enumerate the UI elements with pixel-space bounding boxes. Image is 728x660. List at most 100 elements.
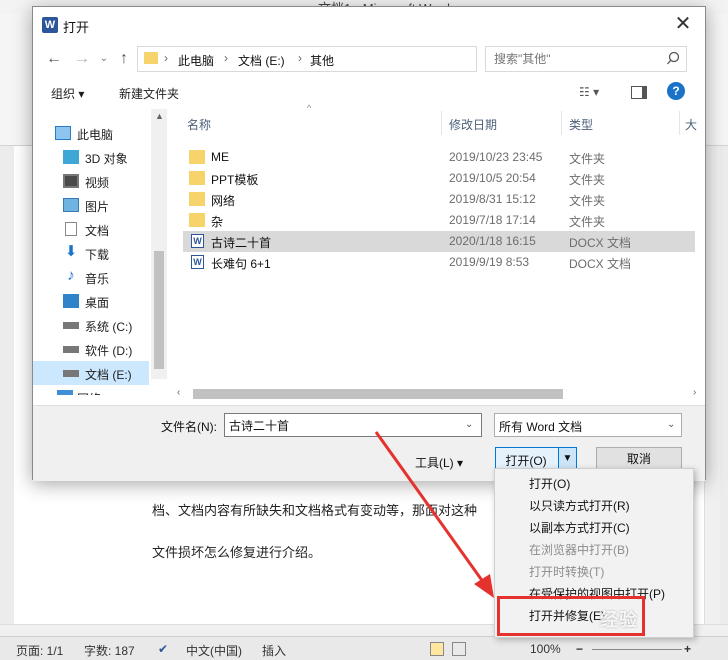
column-header-size[interactable]: 大: [685, 116, 697, 133]
breadcrumb-item[interactable]: 此电脑: [178, 52, 214, 69]
file-row[interactable]: W 古诗二十首 2020/1/18 16:15 DOCX 文档: [183, 231, 695, 252]
folder-icon: [189, 150, 205, 164]
address-bar[interactable]: › 此电脑 › 文档 (E:) › 其他 ⌄ ↻: [137, 46, 574, 72]
dialog-titlebar: W 打开 ✕: [33, 7, 705, 43]
file-list-horizontal-scrollbar[interactable]: ‹ ›: [173, 385, 705, 403]
nav-item-drive-d[interactable]: 软件 (D:): [33, 337, 149, 361]
document-vertical-scrollbar[interactable]: [704, 146, 720, 624]
nav-label: 下载: [85, 248, 110, 262]
file-row[interactable]: PPT模板 2019/10/5 20:54 文件夹: [183, 168, 695, 189]
scroll-right-icon[interactable]: ›: [693, 387, 696, 398]
open-options-dropdown-icon[interactable]: ▼: [558, 448, 576, 470]
tools-button[interactable]: 工具(L) ▾: [415, 454, 463, 471]
nav-item-drive-e[interactable]: 文档 (E:): [33, 361, 149, 385]
breadcrumb-separator: ›: [164, 51, 168, 65]
breadcrumb-item[interactable]: 文档 (E:): [238, 52, 285, 69]
nav-scroll-thumb[interactable]: [154, 251, 164, 369]
nav-item-network[interactable]: 网络: [33, 385, 149, 395]
nav-item-documents[interactable]: 文档: [33, 217, 149, 241]
preview-pane-icon[interactable]: [631, 86, 647, 99]
column-header-name[interactable]: 名称: [187, 116, 211, 133]
view-options-icon[interactable]: ☷ ▾: [579, 85, 599, 99]
nav-item-video[interactable]: 视频: [33, 169, 149, 193]
breadcrumb-item[interactable]: 其他: [310, 52, 334, 69]
navigation-pane: 此电脑 3D 对象 视频 图片 文档 ⬇ 下载 ♪ 音乐 桌面 系统 (C:) …: [33, 109, 167, 395]
status-word-count[interactable]: 字数: 187: [84, 642, 135, 659]
drive-icon: [63, 346, 79, 353]
help-icon[interactable]: ?: [667, 82, 685, 100]
column-separator[interactable]: [441, 111, 442, 135]
pictures-icon: [63, 198, 79, 212]
zoom-slider[interactable]: [592, 649, 682, 650]
network-icon: [57, 390, 73, 395]
nav-item-desktop[interactable]: 桌面: [33, 289, 149, 313]
file-row[interactable]: 杂 2019/7/18 17:14 文件夹: [183, 210, 695, 231]
status-page[interactable]: 页面: 1/1: [16, 642, 63, 659]
folder-icon: [189, 213, 205, 227]
new-folder-button[interactable]: 新建文件夹: [119, 85, 179, 102]
up-arrow-icon[interactable]: ↑: [115, 51, 133, 69]
search-icon[interactable]: [666, 50, 684, 68]
forward-arrow-icon[interactable]: →: [73, 51, 91, 69]
reading-layout-icon[interactable]: [452, 642, 466, 656]
file-date: 2019/10/5 20:54: [449, 171, 536, 185]
open-file-dialog: W 打开 ✕ ← → ⌄ ↑ › 此电脑 › 文档 (E:) › 其他 ⌄ ↻ …: [32, 6, 706, 481]
folder-icon: [189, 171, 205, 185]
word-document-icon: W: [191, 234, 204, 248]
nav-pane-scrollbar[interactable]: ▲: [151, 109, 167, 379]
nav-item-3d-objects[interactable]: 3D 对象: [33, 145, 149, 169]
nav-item-downloads[interactable]: ⬇ 下载: [33, 241, 149, 265]
column-separator[interactable]: [679, 111, 680, 135]
nav-item-pictures[interactable]: 图片: [33, 193, 149, 217]
menu-item-open-as-copy[interactable]: 以副本方式打开(C): [495, 517, 693, 539]
document-text-line: 档、文档内容有所缺失和文档格式有变动等，那面对这种: [152, 503, 478, 518]
menu-item-open-in-browser[interactable]: 在浏览器中打开(B): [495, 539, 693, 561]
menu-item-open-read-only[interactable]: 以只读方式打开(R): [495, 495, 693, 517]
filename-input[interactable]: [229, 418, 457, 432]
recent-locations-chevron-icon[interactable]: ⌄: [95, 51, 113, 69]
document-text-line: 文件损坏怎么修复进行介绍。: [152, 545, 322, 560]
music-icon: ♪: [67, 267, 75, 284]
status-zoom[interactable]: 100%: [530, 642, 561, 656]
zoom-in-icon[interactable]: +: [684, 642, 691, 656]
status-insert-mode[interactable]: 插入: [262, 642, 286, 659]
menu-item-open-with-transform[interactable]: 打开时转换(T): [495, 561, 693, 583]
scroll-up-icon[interactable]: ▲: [155, 111, 164, 121]
nav-item-music[interactable]: ♪ 音乐: [33, 265, 149, 289]
nav-item-this-pc[interactable]: 此电脑: [33, 121, 149, 145]
column-separator[interactable]: [561, 111, 562, 135]
zoom-out-icon[interactable]: −: [576, 642, 583, 656]
column-header-date[interactable]: 修改日期: [449, 116, 497, 133]
nav-label: 此电脑: [77, 128, 114, 142]
search-box[interactable]: [485, 46, 687, 72]
close-icon[interactable]: ✕: [669, 11, 697, 39]
file-name: PPT模板: [211, 173, 259, 187]
search-input[interactable]: [494, 52, 654, 66]
menu-item-open[interactable]: 打开(O): [495, 473, 693, 495]
chevron-down-icon[interactable]: ⌄: [465, 419, 473, 430]
open-button-label[interactable]: 打开(O): [496, 452, 556, 469]
dialog-toolbar: 组织 ▾ 新建文件夹 ☷ ▾ ?: [33, 77, 705, 107]
file-row[interactable]: 网络 2019/8/31 15:12 文件夹: [183, 189, 695, 210]
filename-combobox[interactable]: ⌄: [224, 413, 482, 437]
status-language[interactable]: 中文(中国): [186, 642, 242, 659]
nav-label: 软件 (D:): [85, 344, 133, 358]
file-name: 杂: [211, 215, 224, 229]
print-layout-icon[interactable]: [430, 642, 444, 656]
horizontal-scroll-thumb[interactable]: [193, 389, 563, 399]
nav-item-drive-c[interactable]: 系统 (C:): [33, 313, 149, 337]
nav-label: 3D 对象: [85, 152, 128, 166]
scroll-left-icon[interactable]: ‹: [177, 387, 180, 398]
column-header-type[interactable]: 类型: [569, 116, 593, 133]
filetype-select[interactable]: 所有 Word 文档 ⌄: [494, 413, 682, 437]
file-row[interactable]: ME 2019/10/23 23:45 文件夹: [183, 147, 695, 168]
file-date: 2019/10/23 23:45: [449, 150, 543, 164]
address-row: ← → ⌄ ↑ › 此电脑 › 文档 (E:) › 其他 ⌄ ↻: [33, 43, 705, 75]
file-row[interactable]: W 长难句 6+1 2019/9/19 8:53 DOCX 文档: [183, 252, 695, 273]
organize-button[interactable]: 组织 ▾: [51, 85, 84, 102]
proofing-icon[interactable]: ✔: [158, 642, 168, 656]
dialog-title: 打开: [63, 20, 90, 35]
chevron-down-icon[interactable]: ⌄: [667, 419, 675, 430]
back-arrow-icon[interactable]: ←: [45, 51, 63, 69]
breadcrumb-separator: ›: [224, 51, 228, 65]
